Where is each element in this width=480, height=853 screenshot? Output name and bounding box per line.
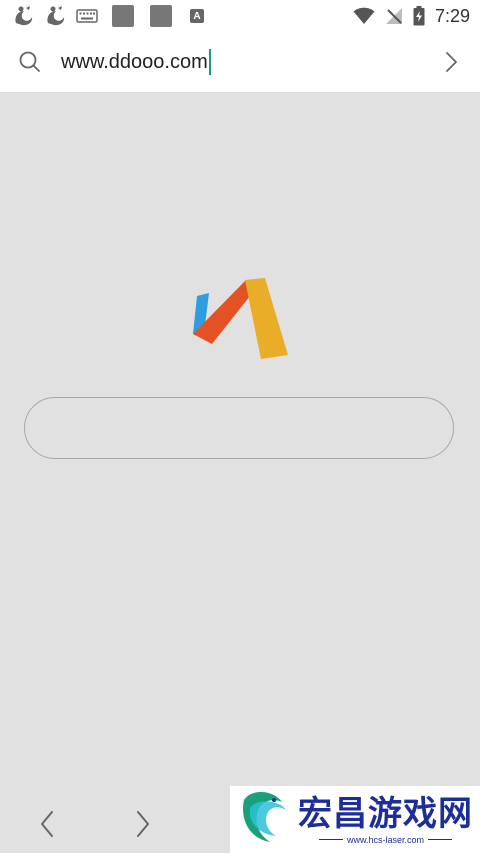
uc-browser-icon <box>44 5 68 27</box>
watermark-banner: 宏昌游戏网 www.hcs-laser.com <box>230 786 480 853</box>
gray-square-icon <box>150 5 172 27</box>
status-clock: 7:29 <box>434 5 470 26</box>
url-field[interactable]: www.ddooo.com <box>61 49 211 75</box>
search-icon[interactable] <box>18 50 42 79</box>
via-browser-logo <box>190 276 290 362</box>
forward-arrow-icon[interactable] <box>132 809 152 844</box>
gray-square-icon <box>112 5 134 27</box>
watermark-url: www.hcs-laser.com <box>318 834 453 846</box>
a-text-icon: A <box>190 9 204 23</box>
keyboard-icon <box>76 9 98 23</box>
text-caret <box>208 49 211 75</box>
watermark-title: 宏昌游戏网 <box>298 794 473 833</box>
dragon-logo-icon <box>236 788 292 851</box>
main-search-box[interactable] <box>24 397 454 459</box>
wifi-icon <box>353 7 375 25</box>
status-bar: A 7:29 <box>0 0 480 32</box>
no-signal-icon <box>385 7 403 25</box>
battery-charging-icon <box>413 6 425 26</box>
uc-browser-icon <box>12 5 36 27</box>
address-bar[interactable]: www.ddooo.com <box>0 32 480 93</box>
back-arrow-icon[interactable] <box>38 809 58 844</box>
chevron-right-icon[interactable] <box>444 51 458 78</box>
url-text: www.ddooo.com <box>61 50 208 73</box>
watermark-url-text: www.hcs-laser.com <box>346 834 425 845</box>
